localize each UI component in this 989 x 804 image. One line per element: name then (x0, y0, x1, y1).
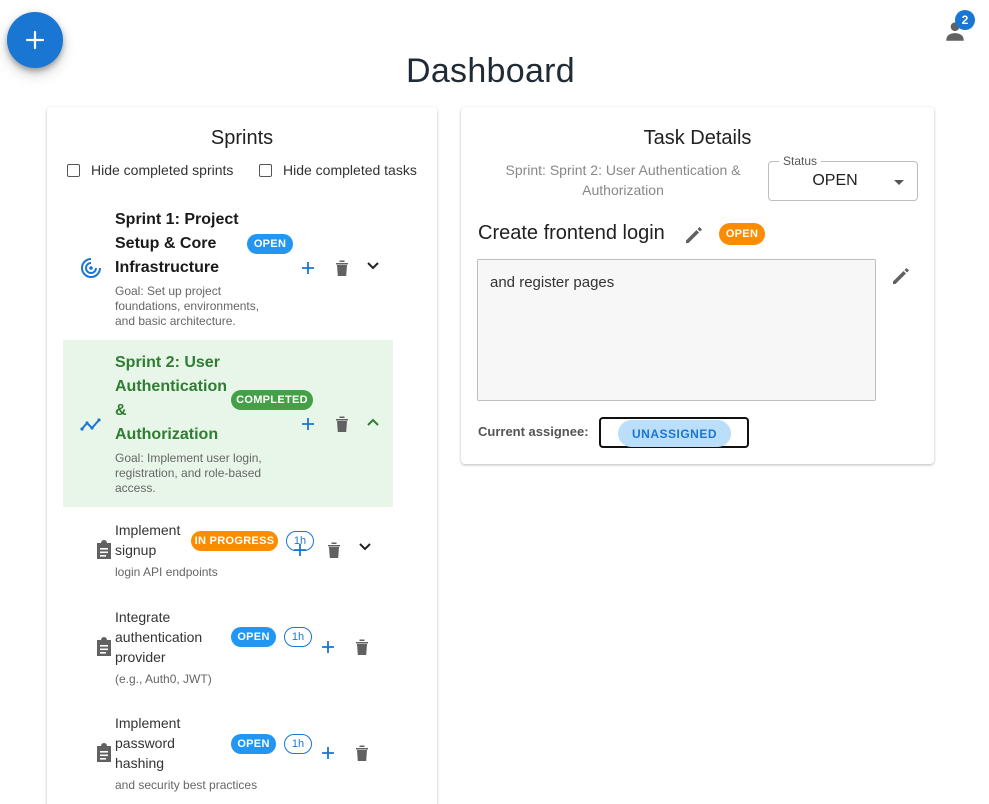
edit-title-button[interactable] (683, 224, 705, 246)
trash-icon (336, 260, 348, 276)
trash-icon (328, 542, 340, 558)
task-title: Implement signup (115, 522, 181, 558)
status-badge: OPEN (247, 234, 293, 254)
task-description: and security best practices (115, 778, 258, 792)
chevron-up-icon (367, 418, 379, 426)
status-badge: COMPLETED (231, 390, 313, 410)
hide-completed-tasks-label: Hide completed tasks (283, 162, 417, 178)
sprint-title: Sprint 1: Project Setup & Core Infrastru… (115, 211, 239, 276)
status-badge: OPEN (231, 627, 276, 647)
pencil-icon (893, 268, 909, 284)
collapse-button[interactable] (363, 412, 383, 432)
clipboard-icon (97, 540, 111, 559)
add-subtask-button[interactable] (318, 637, 338, 657)
chevron-down-icon (367, 262, 379, 270)
status-select[interactable]: Status OPEN (768, 154, 918, 201)
assignee-button[interactable]: UNASSIGNED (599, 417, 749, 448)
delete-task-button[interactable] (324, 540, 344, 560)
task-details-title: Task Details (643, 127, 752, 149)
plus-icon (322, 641, 334, 653)
delete-sprint-button[interactable] (332, 258, 352, 278)
trash-icon (336, 416, 348, 432)
pencil-icon (686, 227, 702, 243)
expand-button[interactable] (363, 256, 383, 276)
page-title: Dashboard (405, 52, 576, 90)
delete-task-button[interactable] (352, 637, 372, 657)
task-heading: Create frontend login (478, 222, 665, 244)
add-subtask-button[interactable] (318, 743, 338, 763)
trash-icon (356, 745, 368, 761)
hide-completed-sprints-label: Hide completed sprints (91, 162, 234, 178)
hide-completed-sprints-checkbox[interactable] (67, 164, 80, 177)
task-title: Integrate authentication provider (115, 609, 203, 665)
plus-icon (25, 30, 45, 50)
status-badge: OPEN (231, 734, 276, 754)
description-field[interactable]: and register pages (477, 259, 876, 401)
sprint-title: Sprint 2: User Authentication & Authoriz… (115, 354, 227, 443)
description-text: and register pages (490, 274, 615, 291)
notification-badge: 2 (955, 10, 975, 30)
assignee-label: Current assignee: (478, 424, 589, 439)
status-select-label: Status (779, 154, 822, 168)
plus-icon (322, 747, 334, 759)
expand-task-button[interactable] (355, 537, 375, 557)
status-badge: IN PROGRESS (191, 531, 278, 551)
task-status-badge: OPEN (719, 223, 765, 245)
plus-icon (302, 262, 314, 274)
assignee-value: UNASSIGNED (618, 420, 731, 447)
trash-icon (356, 639, 368, 655)
delete-task-button[interactable] (352, 743, 372, 763)
plus-icon (294, 544, 306, 556)
estimate-badge: 1h (284, 734, 312, 754)
add-task-button[interactable] (298, 414, 318, 434)
sprint-goal: Goal: Implement user login, registration… (115, 451, 262, 495)
sprint-goal: Goal: Set up project foundations, enviro… (115, 284, 260, 328)
hide-completed-tasks-checkbox[interactable] (259, 164, 272, 177)
estimate-badge: 1h (284, 627, 312, 647)
sprints-title: Sprints (210, 127, 274, 149)
delete-sprint-button[interactable] (332, 414, 352, 434)
clipboard-icon (97, 743, 111, 762)
clipboard-icon (97, 637, 111, 656)
add-task-button[interactable] (298, 258, 318, 278)
sprint-reference: Sprint: Sprint 2: User Authentication & … (505, 162, 741, 198)
task-description: login API endpoints (115, 565, 218, 579)
timeline-icon (80, 418, 101, 431)
chevron-down-icon (359, 543, 371, 551)
status-select-value: OPEN (812, 172, 858, 189)
plus-icon (302, 418, 314, 430)
add-subtask-button[interactable] (290, 540, 310, 560)
task-description: (e.g., Auth0, JWT) (115, 672, 212, 686)
edit-description-button[interactable] (890, 265, 912, 287)
dropdown-arrow-icon (894, 180, 904, 185)
target-icon (81, 258, 101, 278)
task-title: Implement password hashing (115, 715, 181, 771)
